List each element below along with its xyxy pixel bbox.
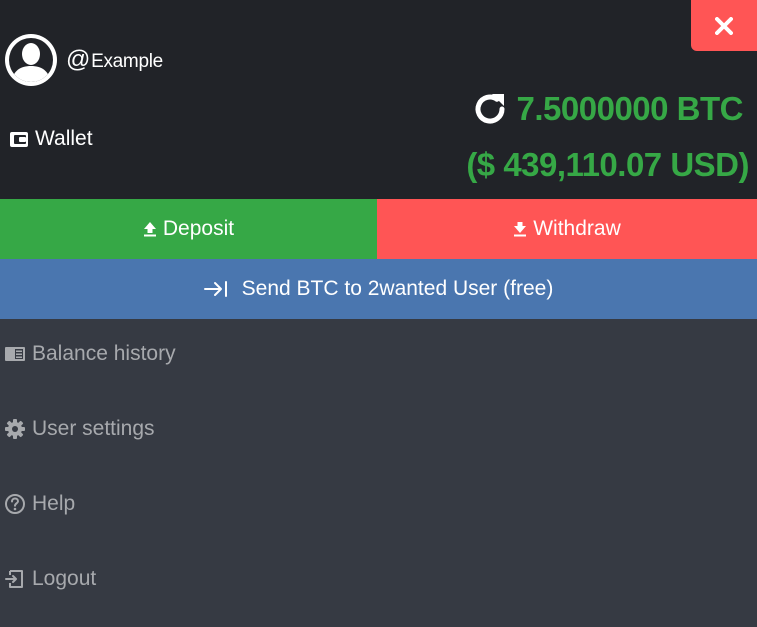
wallet-text: Wallet — [35, 127, 93, 150]
logout-icon — [5, 570, 23, 588]
withdraw-button[interactable]: Withdraw — [377, 199, 757, 259]
send-btc-label: Send BTC to 2wanted User (free) — [241, 277, 554, 300]
menu-item-balance-history[interactable]: Balance history — [4, 342, 176, 366]
send-btc-button[interactable]: Send BTC to 2wanted User (free) — [0, 259, 757, 319]
menu-item-user-settings[interactable]: User settings — [4, 417, 155, 441]
username-text: Example — [91, 51, 163, 72]
menu-item-logout[interactable]: Logout — [4, 567, 96, 591]
balance-btc-row: 7.5000000 BTC — [471, 90, 744, 128]
wallet-header: @ Example Wallet 7.5000000 BTC ($ 439,11… — [0, 0, 757, 199]
menu-item-label: Balance history — [32, 342, 176, 365]
close-button[interactable] — [691, 0, 757, 51]
menu-item-label: Help — [32, 492, 76, 515]
action-row: Deposit Withdraw — [0, 199, 757, 259]
close-icon — [715, 16, 733, 35]
deposit-label: Deposit — [162, 217, 235, 240]
balance-btc: 7.5000000 BTC — [516, 90, 744, 127]
book-icon — [5, 347, 25, 361]
help-icon — [5, 494, 25, 514]
wallet-icon — [10, 132, 28, 147]
username-at-symbol: @ — [66, 46, 91, 73]
deposit-button[interactable]: Deposit — [0, 199, 377, 259]
wallet-label: Wallet — [9, 127, 93, 151]
menu-item-label: Logout — [32, 567, 97, 590]
menu-item-help[interactable]: Help — [4, 492, 75, 516]
menu-item-label: User settings — [32, 417, 155, 440]
arrow-to-line-icon — [203, 281, 227, 297]
refresh-icon[interactable] — [471, 90, 509, 128]
download-icon — [514, 222, 527, 237]
avatar — [3, 32, 59, 88]
balance-usd: ($ 439,110.07 USD) — [466, 146, 749, 183]
withdraw-label: Withdraw — [533, 217, 621, 240]
username: @ Example — [66, 46, 163, 74]
user-avatar-icon — [5, 34, 57, 86]
upload-icon — [143, 222, 156, 237]
gear-icon — [5, 419, 25, 439]
